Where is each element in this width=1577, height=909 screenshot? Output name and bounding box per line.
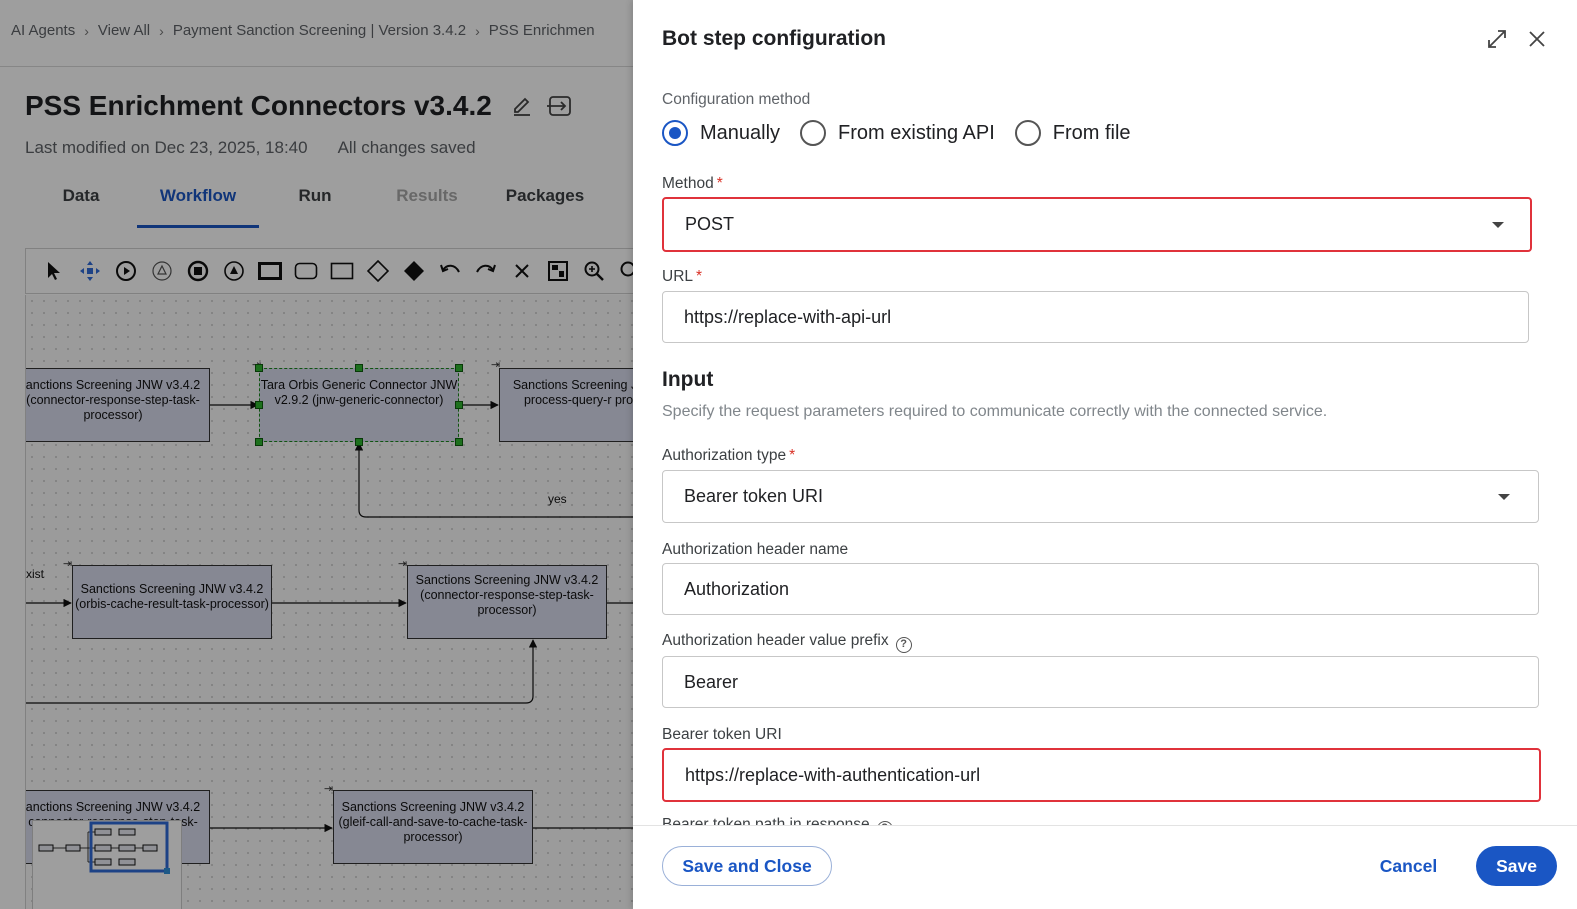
method-select[interactable]: POST — [662, 197, 1532, 252]
method-label: Method * — [662, 175, 723, 192]
authorization-header-name-label: Authorization header name — [662, 541, 849, 558]
authorization-type-select[interactable]: Bearer token URI — [662, 470, 1539, 523]
save-and-close-button[interactable]: Save and Close — [662, 846, 832, 886]
input-section-description: Specify the request parameters required … — [662, 403, 1328, 420]
radio-unselected-icon[interactable] — [1014, 120, 1041, 146]
bearer-token-uri-input[interactable]: https://replace-with-authentication-url — [662, 748, 1541, 802]
bearer-token-uri-label: Bearer token URI — [662, 726, 782, 743]
authorization-header-prefix-input[interactable]: Bearer — [662, 656, 1539, 708]
authorization-header-prefix-label: Authorization header value prefix? — [662, 632, 912, 653]
caret-down-icon — [1498, 493, 1510, 500]
url-value: https://replace-with-api-url — [684, 306, 892, 327]
expand-icon[interactable] — [1484, 26, 1510, 52]
modal-backdrop[interactable] — [0, 0, 633, 909]
configuration-method-label: Configuration method — [662, 91, 811, 108]
authorization-type-label: Authorization type * — [662, 447, 796, 464]
radio-manually[interactable]: Manually — [662, 120, 780, 146]
method-value: POST — [685, 214, 735, 234]
save-button[interactable]: Save — [1476, 846, 1557, 886]
radio-unselected-icon[interactable] — [800, 120, 827, 146]
radio-selected-icon[interactable] — [662, 120, 688, 146]
radio-from-file[interactable]: From file — [1014, 120, 1131, 146]
drawer-title: Bot step configuration — [662, 27, 886, 50]
help-icon[interactable]: ? — [895, 637, 912, 653]
url-label: URL * — [662, 268, 703, 285]
input-section-title: Input — [662, 368, 714, 391]
cancel-button[interactable]: Cancel — [1361, 846, 1456, 886]
radio-from-existing-api[interactable]: From existing API — [800, 120, 995, 146]
close-icon[interactable] — [1524, 26, 1550, 52]
drawer-footer: Save and Close Cancel Save — [633, 825, 1577, 909]
configuration-method-radio-group: Manually From existing API From file — [662, 120, 1151, 146]
authorization-header-name-value: Authorization — [684, 578, 790, 599]
bearer-token-uri-value: https://replace-with-authentication-url — [685, 764, 981, 785]
authorization-header-name-input[interactable]: Authorization — [662, 563, 1539, 615]
bot-step-configuration-drawer: Bot step configuration Configuration met… — [633, 0, 1577, 909]
authorization-type-value: Bearer token URI — [684, 486, 824, 506]
caret-down-icon — [1492, 221, 1504, 228]
url-input[interactable]: https://replace-with-api-url — [662, 291, 1529, 343]
authorization-header-prefix-value: Bearer — [684, 671, 739, 692]
